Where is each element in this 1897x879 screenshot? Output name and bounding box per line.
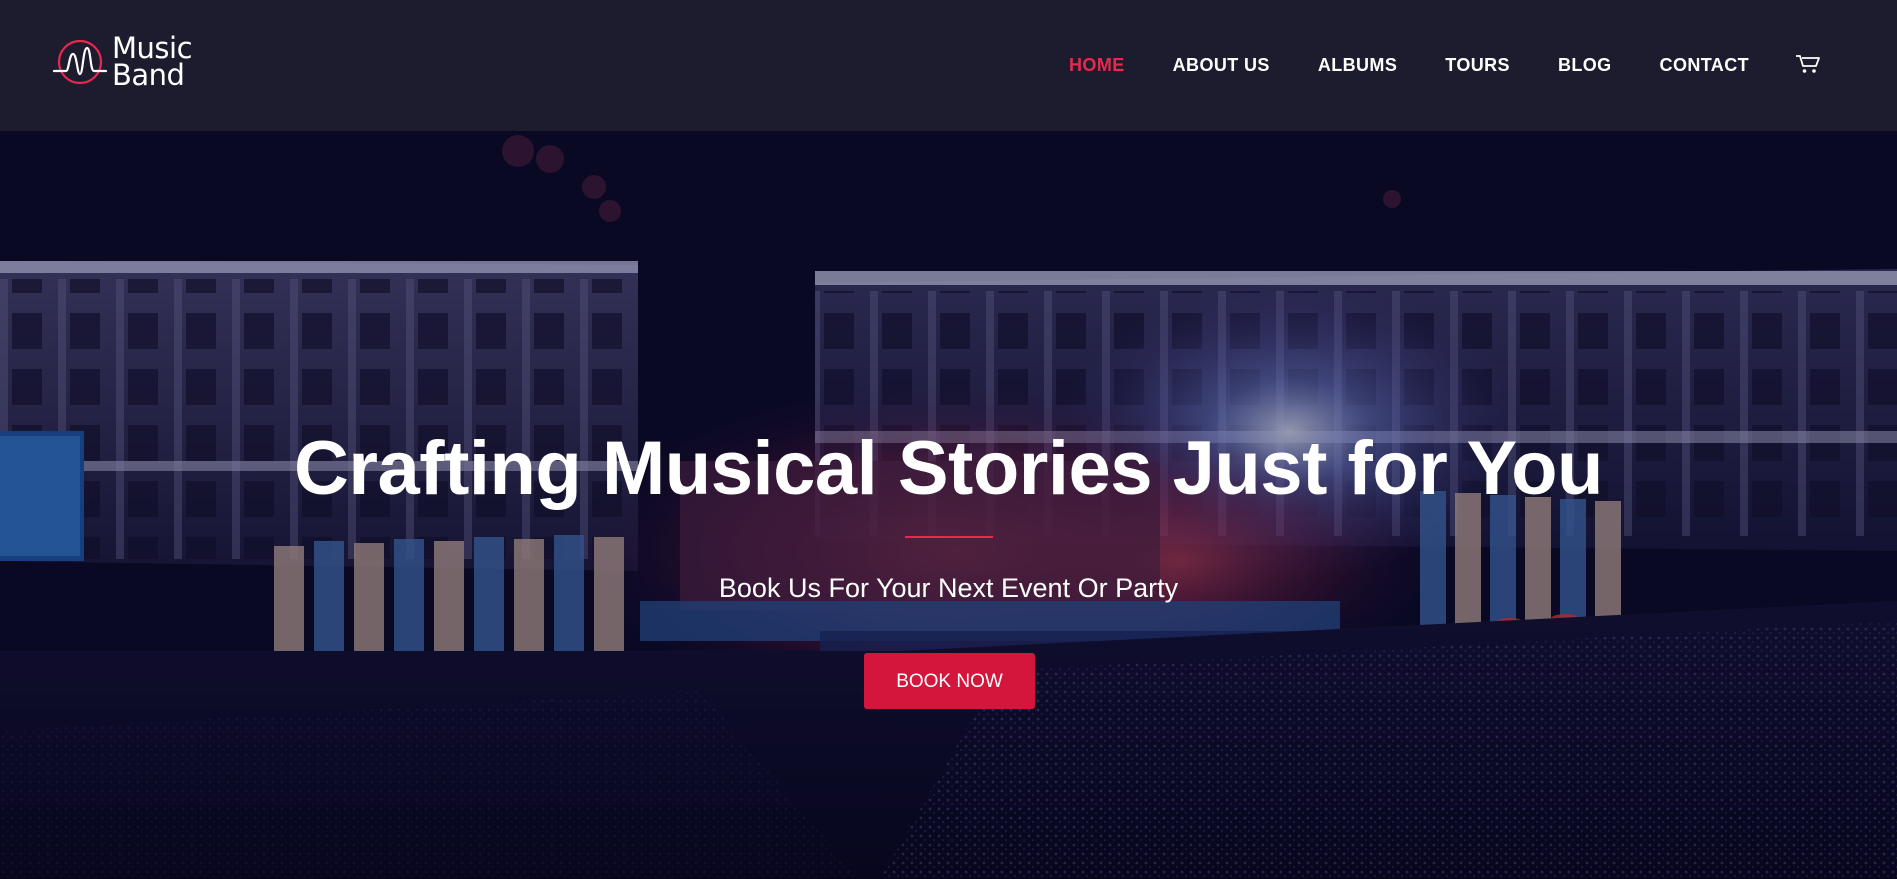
page: Music Band HOME ABOUT US ALBUMS TOURS BL… xyxy=(0,0,1897,879)
cart-icon[interactable] xyxy=(1794,52,1822,76)
hero-title: Crafting Musical Stories Just for You xyxy=(294,426,1603,511)
hero-content: Crafting Musical Stories Just for You Bo… xyxy=(0,131,1897,879)
logo-line-2: Band xyxy=(112,58,185,92)
site-header: Music Band HOME ABOUT US ALBUMS TOURS BL… xyxy=(0,0,1897,131)
hero-subtitle: Book Us For Your Next Event Or Party xyxy=(718,573,1179,603)
logo[interactable]: Music Band xyxy=(52,30,193,94)
waveform-circle-icon xyxy=(52,39,108,85)
book-now-button[interactable]: BOOK NOW xyxy=(864,653,1035,709)
nav-item-home[interactable]: HOME xyxy=(1069,55,1125,76)
nav-item-albums[interactable]: ALBUMS xyxy=(1318,55,1397,76)
nav-item-contact[interactable]: CONTACT xyxy=(1660,55,1749,76)
nav-item-blog[interactable]: BLOG xyxy=(1558,55,1612,76)
cart-icon-glyph xyxy=(1796,55,1820,73)
main-nav: HOME ABOUT US ALBUMS TOURS BLOG CONTACT xyxy=(1021,0,1749,131)
hero-section: Crafting Musical Stories Just for You Bo… xyxy=(0,131,1897,879)
logo-text: Music Band xyxy=(112,34,193,92)
nav-item-about-us[interactable]: ABOUT US xyxy=(1173,55,1270,76)
hero-divider xyxy=(905,536,993,538)
nav-item-tours[interactable]: TOURS xyxy=(1445,55,1510,76)
